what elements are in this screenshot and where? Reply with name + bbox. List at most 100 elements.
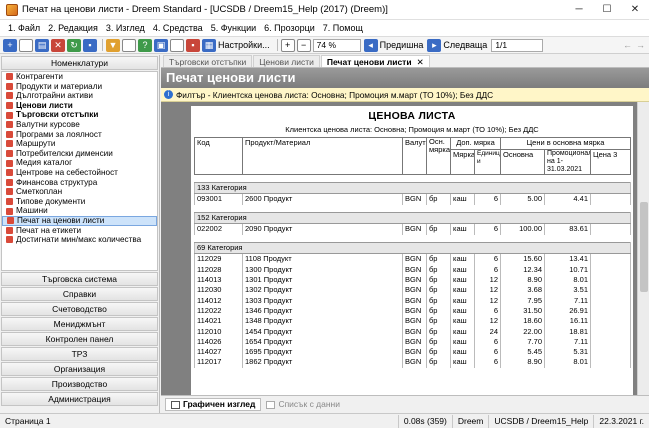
sidebar-section[interactable]: Справки: [1, 287, 158, 301]
sidebar-section[interactable]: Мениджмънт: [1, 317, 158, 331]
cell-product: 1108 Продукт: [242, 253, 403, 265]
table-row: 112022 1346 Продукт BGN бр каш 6 31.50 26.91: [194, 305, 632, 317]
report-subtitle: Клиентска ценова листа: Основна; Промоци…: [285, 125, 539, 134]
table-row: 112029 1108 Продукт BGN бр каш 6 15.60 13.41: [194, 253, 632, 265]
tab-trade-discounts[interactable]: Търговски отстъпки: [163, 55, 253, 67]
sidebar-item-label: Печат на ценови листи: [17, 215, 105, 225]
tab-price-lists[interactable]: Ценови листи: [253, 55, 320, 67]
cell-extra-unit: каш: [450, 316, 475, 327]
nav-item-icon: [6, 140, 13, 148]
print-icon[interactable]: ▣: [154, 38, 168, 52]
sidebar-item[interactable]: Програми за лоялност: [2, 130, 157, 140]
sidebar-item[interactable]: Търговски отстъпки: [2, 110, 157, 120]
menu-functions[interactable]: 5. Функции: [207, 23, 260, 33]
menu-edit[interactable]: 2. Редакция: [44, 23, 102, 33]
delete-icon[interactable]: ✕: [51, 38, 65, 52]
close-tab-icon[interactable]: ✕: [417, 57, 424, 67]
status-bar: Страница 1 0.08s (359) Dreem UCSDB / Dre…: [0, 413, 649, 428]
zoom-select[interactable]: 74 %: [312, 38, 361, 52]
cell-price3: [590, 295, 632, 306]
sidebar-item[interactable]: Достигнати мин/макс количества: [2, 235, 157, 245]
cell-product: 1302 Продукт: [242, 285, 403, 296]
menu-file[interactable]: 1. Файл: [4, 23, 44, 33]
menu-windows[interactable]: 6. Прозорци: [260, 23, 319, 33]
tab-data-list[interactable]: Списък с данни: [261, 398, 345, 411]
sidebar-item[interactable]: Медия каталог: [2, 158, 157, 168]
cell-price3: [590, 347, 632, 358]
back-arrow-icon[interactable]: ←: [623, 40, 632, 50]
tab-graphic-view[interactable]: Графичен изглед: [165, 398, 262, 411]
sidebar-item[interactable]: Финансова структура: [2, 178, 157, 188]
scrollbar-thumb[interactable]: [640, 202, 648, 292]
toolbar: + ▤ ✕ ↻ ▪ ▼ ? ▣ ▪ ▦ Настройки... + − 74 …: [0, 37, 649, 54]
cell-currency: BGN: [402, 223, 427, 235]
cell-units: 6: [473, 253, 502, 265]
prev-page-icon[interactable]: ◂: [363, 38, 378, 52]
sidebar-section[interactable]: Търговска система: [1, 272, 158, 286]
sidebar-item[interactable]: Маршрути: [2, 139, 157, 149]
sidebar-item[interactable]: Сметкоплан: [2, 187, 157, 197]
settings-button[interactable]: Настройки...: [218, 40, 270, 50]
page-field[interactable]: 1/1: [491, 38, 544, 52]
report-title: ЦЕНОВА ЛИСТА: [368, 110, 456, 122]
zoom-in-icon[interactable]: +: [280, 38, 295, 52]
cell-price3: [590, 305, 632, 317]
filter-icon[interactable]: ▼: [106, 38, 120, 52]
cell-currency: BGN: [402, 275, 427, 286]
status-date: 22.3.2021 г.: [593, 414, 649, 428]
sidebar-item[interactable]: Печат на ценови листи: [2, 215, 157, 226]
sidebar-header-nomenclatures[interactable]: Номенклатури: [1, 56, 158, 70]
sidebar-section[interactable]: ТРЗ: [1, 347, 158, 361]
sidebar-item[interactable]: Машини: [2, 206, 157, 216]
cell-extra-unit: каш: [450, 253, 475, 265]
status-database: UCSDB / Dreem15_Help: [488, 414, 593, 428]
cell-code: 114027: [194, 347, 243, 358]
sidebar-item[interactable]: Ценови листи: [2, 101, 157, 111]
sidebar-item[interactable]: Контрагенти: [2, 72, 157, 82]
menu-view[interactable]: 3. Изглед: [102, 23, 149, 33]
save-icon[interactable]: ▪: [83, 38, 97, 52]
forward-arrow-icon[interactable]: →: [636, 40, 645, 50]
new-icon[interactable]: +: [3, 38, 17, 52]
tab-print-price-lists[interactable]: Печат ценови листи ✕: [320, 55, 430, 67]
sidebar-item[interactable]: Продукти и материали: [2, 82, 157, 92]
sidebar-item[interactable]: Валутни курсове: [2, 120, 157, 130]
nav-item-icon: [6, 111, 13, 119]
sidebar-item[interactable]: Типове документи: [2, 197, 157, 207]
sidebar-item[interactable]: Печат на етикети: [2, 226, 157, 236]
prev-page-button[interactable]: Предишна: [380, 40, 424, 50]
sidebar-section[interactable]: Администрация: [1, 392, 158, 406]
col-promo-price: Промоционал на 1-31.03.2021: [544, 149, 592, 175]
sidebar-item[interactable]: Дълготрайни активи: [2, 91, 157, 101]
menu-help[interactable]: 7. Помощ: [319, 23, 367, 33]
next-page-button[interactable]: Следваща: [443, 40, 487, 50]
cell-promo-price: 8.01: [544, 357, 592, 368]
open-icon[interactable]: ▤: [35, 38, 49, 52]
list-icon[interactable]: [122, 38, 136, 52]
maximize-button[interactable]: ☐: [593, 0, 621, 20]
cell-promo-price: 7.11: [544, 336, 592, 348]
next-page-icon[interactable]: ▸: [427, 38, 442, 52]
sidebar-section[interactable]: Производство: [1, 377, 158, 391]
tab-data-list-label: Списък с данни: [278, 399, 341, 409]
sidebar-section[interactable]: Организация: [1, 362, 158, 376]
minimize-button[interactable]: ─: [565, 0, 593, 20]
refresh-icon[interactable]: ↻: [67, 38, 81, 52]
menu-tools[interactable]: 4. Средства: [149, 23, 207, 33]
vertical-scrollbar[interactable]: [637, 102, 649, 395]
help-icon[interactable]: ?: [138, 38, 152, 52]
sidebar-item[interactable]: Потребителски дименсии: [2, 149, 157, 159]
settings-icon[interactable]: ▦: [202, 38, 216, 52]
sidebar-section[interactable]: Контролен панел: [1, 332, 158, 346]
document-icon[interactable]: [19, 38, 33, 52]
cell-code: 093001: [194, 193, 243, 205]
sidebar-section[interactable]: Счетоводство: [1, 302, 158, 316]
pdf-icon[interactable]: ▪: [186, 38, 200, 52]
zoom-out-icon[interactable]: −: [296, 38, 311, 52]
cell-units: 6: [473, 347, 502, 358]
close-button[interactable]: ✕: [621, 0, 649, 20]
export-icon[interactable]: [170, 38, 184, 52]
cell-currency: BGN: [402, 357, 427, 368]
nav-item-icon: [6, 121, 13, 129]
sidebar-item[interactable]: Центрове на себестойност: [2, 168, 157, 178]
